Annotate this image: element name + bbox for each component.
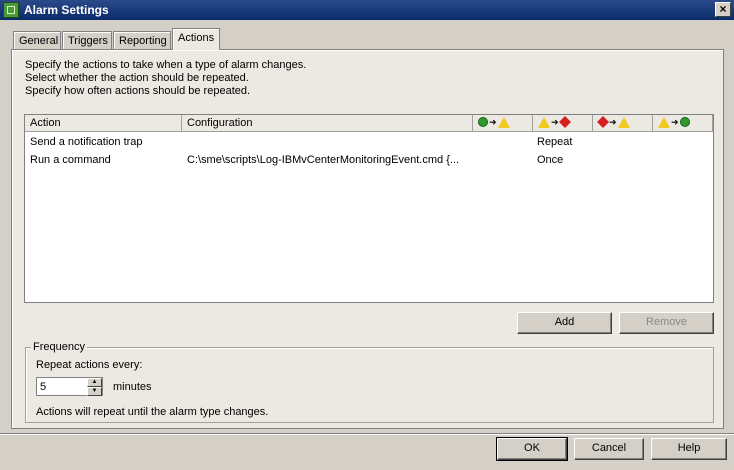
ok-icon	[679, 117, 690, 128]
warning-icon	[658, 116, 670, 128]
critical-icon	[596, 116, 610, 129]
table-row[interactable]: Send a notification trap Repeat	[25, 134, 713, 151]
instruction-line: Specify the actions to take when a type …	[25, 59, 307, 71]
repeat-label: Repeat actions every:	[36, 359, 143, 371]
help-button[interactable]: Help	[651, 438, 727, 460]
divider	[0, 433, 734, 435]
actions-table[interactable]: Action Configuration ➜ ➜ ➜ ➜ Send a noti…	[24, 114, 714, 303]
tab-general[interactable]: General	[13, 31, 61, 49]
spin-down-button[interactable]: ▼	[87, 387, 102, 396]
tab-triggers[interactable]: Triggers	[62, 31, 112, 49]
ok-button[interactable]: OK	[496, 437, 568, 461]
repeat-note: Actions will repeat until the alarm type…	[36, 406, 269, 418]
configuration-cell: C:\sme\scripts\Log-IBMvCenterMonitoringE…	[187, 154, 460, 166]
arrow-icon: ➜	[671, 116, 679, 127]
window-title: Alarm Settings	[24, 3, 109, 17]
close-button[interactable]: ×	[715, 2, 731, 17]
add-button[interactable]: Add	[517, 312, 612, 334]
warning-to-critical-cell[interactable]: Once	[537, 154, 563, 166]
warning-icon	[497, 116, 510, 128]
ok-icon	[478, 117, 488, 128]
warning-to-critical-cell[interactable]: Repeat	[537, 136, 572, 148]
instruction-line: Specify how often actions should be repe…	[25, 85, 251, 97]
frequency-legend: Frequency	[31, 341, 87, 353]
title-bar: Alarm Settings ×	[0, 0, 734, 20]
critical-icon	[558, 116, 571, 129]
action-cell: Run a command	[30, 154, 111, 166]
tab-actions[interactable]: Actions	[172, 28, 220, 50]
remove-button[interactable]: Remove	[619, 312, 714, 334]
table-row[interactable]: Run a command C:\sme\scripts\Log-IBMvCen…	[25, 152, 713, 169]
column-header-critical-to-warning[interactable]: ➜	[593, 115, 653, 131]
arrow-icon: ➜	[609, 116, 617, 127]
arrow-icon: ➜	[551, 116, 559, 127]
column-header-action[interactable]: Action	[25, 115, 182, 131]
spin-up-button[interactable]: ▲	[87, 378, 102, 387]
cancel-button[interactable]: Cancel	[574, 438, 644, 460]
instruction-line: Select whether the action should be repe…	[25, 72, 249, 84]
column-header-ok-to-warning[interactable]: ➜	[473, 115, 533, 131]
table-header: Action Configuration ➜ ➜ ➜ ➜	[25, 115, 713, 132]
minutes-label: minutes	[113, 381, 152, 393]
action-cell: Send a notification trap	[30, 136, 143, 148]
tab-reporting[interactable]: Reporting	[113, 31, 171, 49]
warning-icon	[617, 116, 630, 128]
app-icon	[3, 2, 19, 18]
column-header-configuration[interactable]: Configuration	[182, 115, 473, 131]
warning-icon	[538, 116, 550, 128]
column-header-warning-to-critical[interactable]: ➜	[533, 115, 593, 131]
arrow-icon: ➜	[489, 116, 497, 127]
column-header-warning-to-ok[interactable]: ➜	[653, 115, 713, 131]
